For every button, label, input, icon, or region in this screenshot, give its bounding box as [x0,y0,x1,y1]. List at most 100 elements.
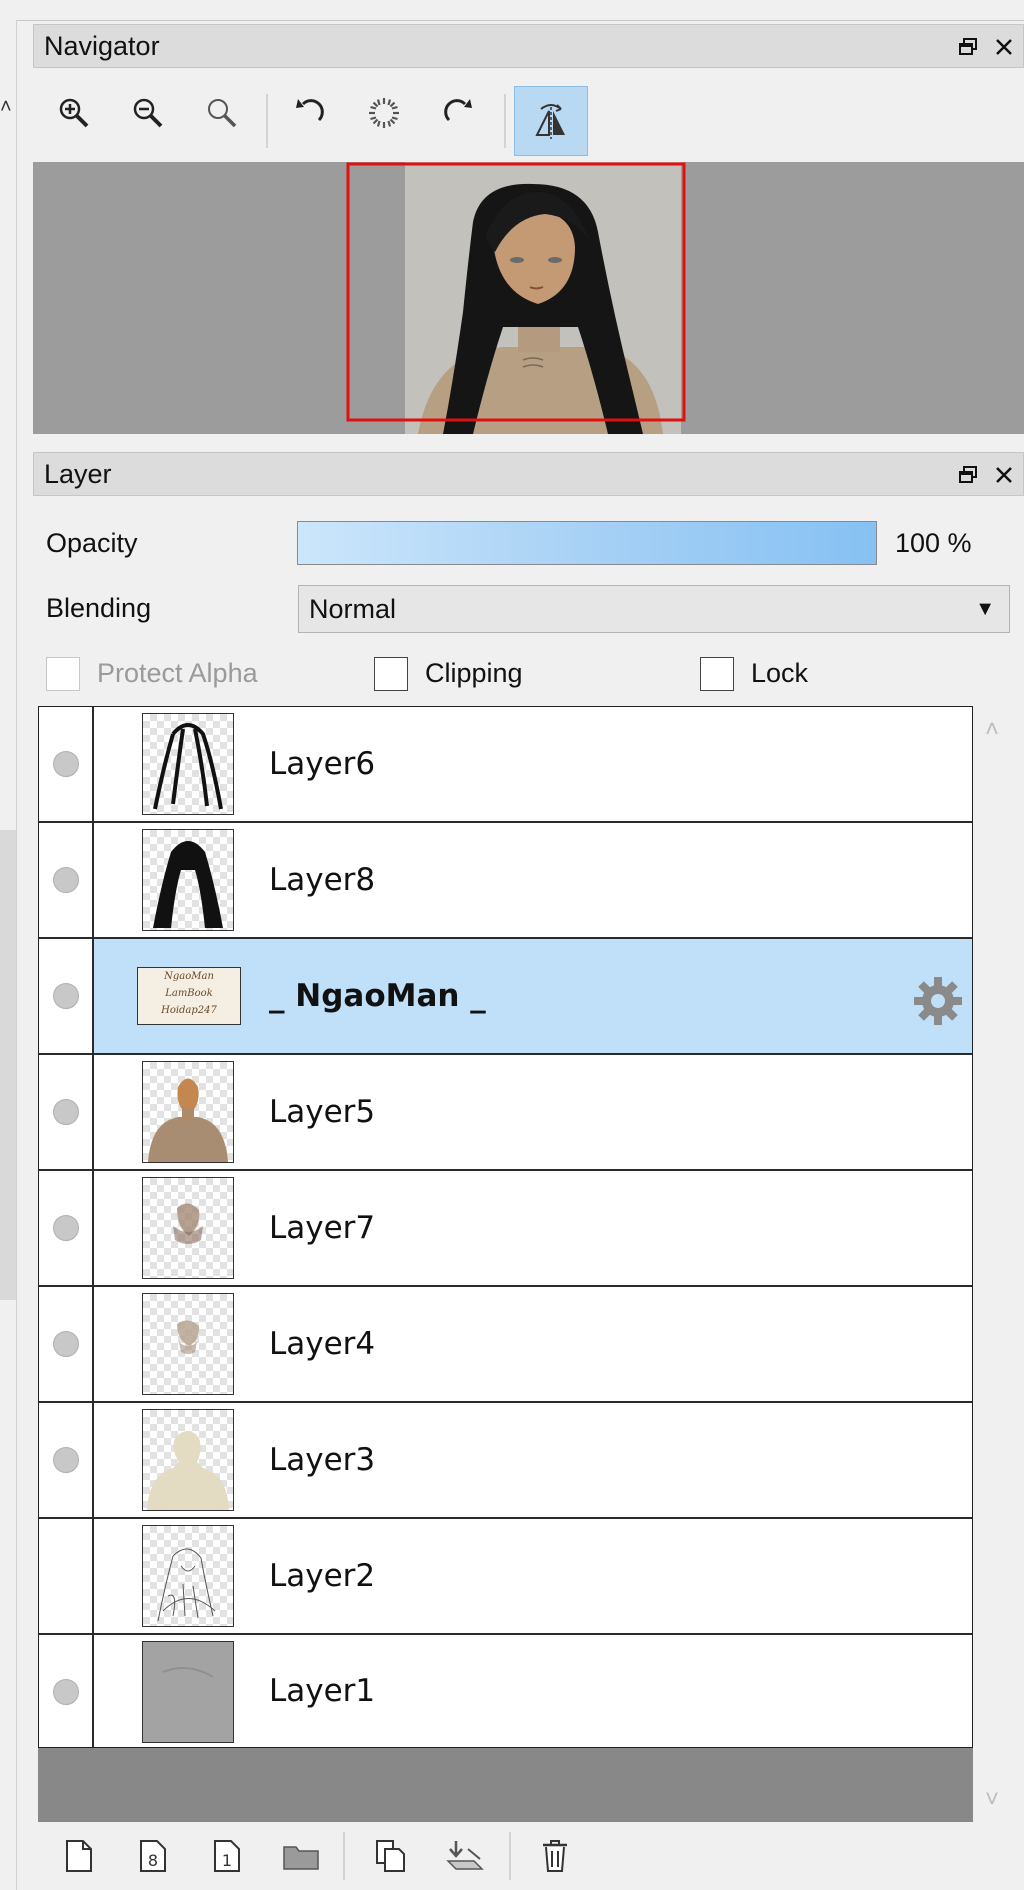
float-window-icon [959,37,977,55]
blending-value: Normal [309,594,397,624]
visibility-toggle-icon[interactable] [53,1447,79,1473]
layer-thumbnail [142,1641,234,1743]
clipping-checkbox[interactable] [374,657,408,691]
flip-horizontal-button[interactable] [514,86,588,156]
layer-close-button[interactable] [987,453,1021,495]
visibility-cell[interactable] [39,823,94,937]
layer-panel-title: Layer [44,459,112,489]
zoom-out-button[interactable] [121,86,175,140]
zoom-reset-button[interactable] [195,86,249,140]
new-1bit-layer-icon: 1 [214,1840,240,1872]
rotate-right-button[interactable] [431,86,485,140]
layer-name: Layer6 [269,746,376,782]
visibility-cell[interactable] [39,1635,94,1747]
navigator-float-button[interactable] [951,25,985,67]
new-layer-icon [66,1840,92,1872]
layer-thumbnail [142,1177,234,1279]
layer-bottom-toolbar: 8 1 [33,1822,1024,1890]
layer-name: Layer5 [269,1094,376,1130]
layer-row[interactable]: Layer4 [39,1287,972,1403]
flip-horizontal-icon [535,104,565,139]
layer-row[interactable]: Layer5 [39,1055,972,1171]
blending-select[interactable]: Normal ▼ [298,585,1010,633]
new-folder-button[interactable] [279,1834,323,1878]
toolbar-separator [343,1832,345,1880]
layer-row[interactable]: Layer6 [39,707,972,823]
layer-thumbnail [142,1293,234,1395]
navigator-panel-header: Navigator [33,24,1024,68]
new-8bit-layer-button[interactable]: 8 [131,1834,175,1878]
delete-layer-icon [543,1840,567,1872]
navigator-toolbar [33,76,1024,162]
merge-down-button[interactable] [443,1834,487,1878]
close-icon [996,466,1012,483]
layer-thumbnail [142,1409,234,1511]
rotate-right-icon [444,99,472,122]
opacity-slider[interactable] [297,521,877,565]
float-window-icon [959,465,977,483]
visibility-cell[interactable] [39,1055,94,1169]
visibility-cell[interactable] [39,1403,94,1517]
scroll-up-icon[interactable]: ˄ [985,716,999,744]
layer-row[interactable]: Layer8 [39,823,972,939]
layer-name: Layer3 [269,1442,376,1478]
rotate-left-button[interactable] [283,86,337,140]
thumb-text-line: LamBook [165,988,213,999]
layer-row[interactable]: Layer7 [39,1171,972,1287]
protect-alpha-checkbox[interactable] [46,657,80,691]
layer-name: Layer4 [269,1326,376,1362]
visibility-cell[interactable] [39,707,94,821]
new-layer-button[interactable] [57,1834,101,1878]
layer-row[interactable]: Layer2 [39,1519,972,1635]
visibility-cell[interactable] [39,1287,94,1401]
layer-panel-header: Layer [33,452,1024,496]
new-1bit-layer-button[interactable]: 1 [205,1834,249,1878]
toolbar-separator [504,94,506,148]
gear-icon[interactable] [910,973,966,1029]
zoom-in-button[interactable] [47,86,101,140]
toolbar-separator [266,94,268,148]
toolbar-separator [509,1832,511,1880]
duplicate-layer-icon [376,1840,405,1872]
new-folder-icon [283,1846,319,1870]
navigator-preview[interactable] [33,162,1024,434]
navigator-close-button[interactable] [987,25,1021,67]
clipping-label: Clipping [425,658,523,688]
new-8bit-layer-icon: 8 [140,1840,166,1872]
rotate-left-icon [296,99,324,122]
layer-row[interactable]: Layer1 [39,1635,972,1747]
visibility-toggle-icon[interactable] [53,1099,79,1125]
merge-down-icon [446,1841,484,1870]
delete-layer-button[interactable] [533,1834,577,1878]
left-scrollbar[interactable] [0,830,16,1300]
blending-label: Blending [46,593,152,623]
opacity-label: Opacity [46,528,138,558]
visibility-toggle-icon[interactable] [53,1679,79,1705]
visibility-toggle-icon[interactable] [53,867,79,893]
duplicate-layer-button[interactable] [369,1834,413,1878]
layer-thumbnail [142,829,234,931]
layer-row[interactable]: Layer3 [39,1403,972,1519]
visibility-cell[interactable] [39,1519,94,1633]
layer-name: Layer7 [269,1210,376,1246]
layer-float-button[interactable] [951,453,985,495]
layer-row-selected[interactable]: NgaoMan LamBook Hoidap247 _ NgaoMan _ [39,939,972,1055]
protect-alpha-label: Protect Alpha [97,658,258,688]
svg-text:1: 1 [222,1851,232,1870]
visibility-cell[interactable] [39,939,94,1053]
opacity-value: 100 % [895,528,972,558]
rotate-reset-icon [369,98,399,128]
visibility-toggle-icon[interactable] [53,751,79,777]
visibility-toggle-icon[interactable] [53,1215,79,1241]
layer-thumbnail [142,1061,234,1163]
rotate-reset-button[interactable] [357,86,411,140]
lock-checkbox[interactable] [700,657,734,691]
visibility-cell[interactable] [39,1171,94,1285]
zoom-out-icon [133,98,163,128]
visibility-toggle-icon[interactable] [53,983,79,1009]
layer-thumbnail: NgaoMan LamBook Hoidap247 [137,967,241,1025]
layer-list: Layer6 Layer8 NgaoMan LamBook Hoidap247 … [38,706,973,1748]
layer-name: Layer1 [269,1673,376,1709]
visibility-toggle-icon[interactable] [53,1331,79,1357]
scroll-down-icon[interactable]: ˅ [985,1786,999,1814]
